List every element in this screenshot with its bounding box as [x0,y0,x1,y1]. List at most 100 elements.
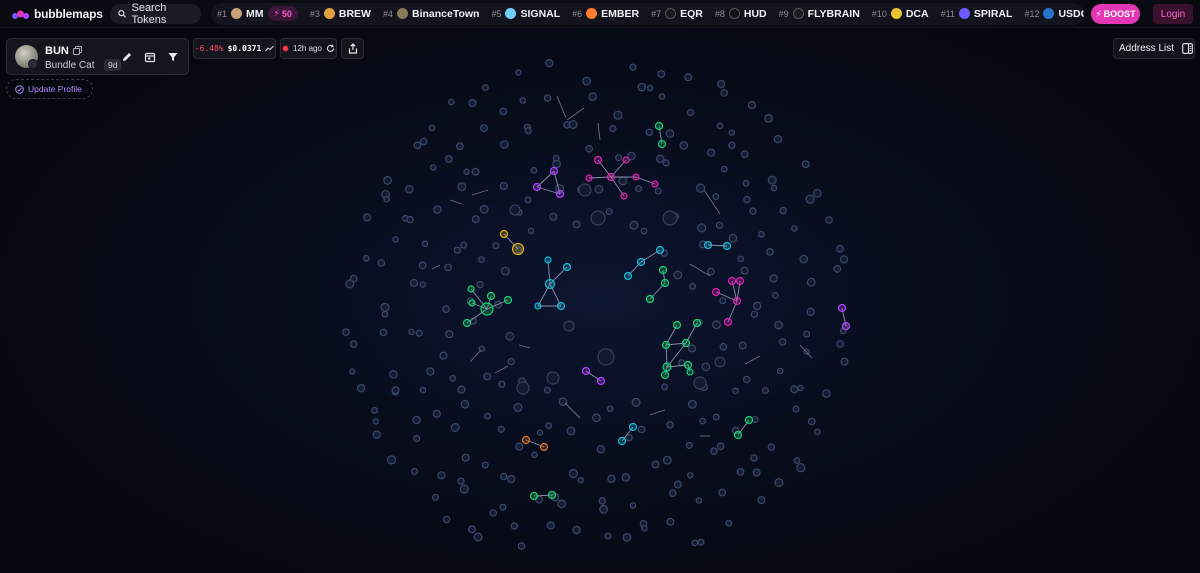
holder-bubble[interactable] [409,278,419,288]
holder-bubble[interactable] [557,499,567,509]
holder-bubble[interactable] [585,144,594,153]
holder-bubble[interactable] [637,82,647,92]
holder-bubble[interactable] [499,181,508,191]
holder-bubble[interactable] [605,208,613,216]
holder-bubble[interactable] [803,330,811,338]
holder-bubble[interactable] [543,94,552,102]
holder-bubble[interactable] [558,397,568,407]
holder-bubble[interactable] [716,122,724,130]
holder-bubble[interactable] [476,280,484,289]
holder-bubble[interactable] [433,205,442,214]
edit-icon[interactable] [121,51,133,63]
holder-bubble[interactable] [468,98,477,108]
ticker-item[interactable]: #3 BREW [310,8,371,20]
update-profile-button[interactable]: Update Profile [6,79,93,99]
cluster-bubble[interactable] [683,360,693,370]
holder-bubble[interactable] [801,160,810,169]
holder-bubble[interactable] [673,270,683,280]
holder-bubble[interactable] [483,372,492,381]
holder-bubble[interactable] [836,244,844,253]
holder-bubble[interactable] [736,468,745,476]
holder-bubble[interactable] [383,175,393,185]
holder-bubble[interactable] [767,175,777,185]
holder-bubble[interactable] [568,119,578,129]
holder-bubble[interactable] [499,503,507,511]
cluster-bubble[interactable] [521,435,531,445]
holder-bubble[interactable] [468,525,476,534]
holder-bubble[interactable] [460,241,468,249]
holder-bubble[interactable] [362,254,370,262]
holder-bubble[interactable] [588,92,598,102]
holder-bubble[interactable] [460,399,470,409]
cluster-bubble[interactable] [462,318,472,328]
holder-bubble[interactable] [697,538,705,546]
holder-bubble[interactable] [582,76,591,86]
holder-bubble[interactable] [501,266,510,276]
cluster-bubble[interactable] [841,321,851,331]
holder-bubble[interactable] [479,124,488,133]
holder-bubble[interactable] [546,371,560,385]
holder-bubble[interactable] [740,266,749,275]
cluster-bubble[interactable] [617,436,627,446]
holder-bubble[interactable] [386,455,397,465]
holder-bubble[interactable] [757,496,766,505]
holder-bubble[interactable] [774,320,783,330]
cluster-bubble[interactable] [606,172,616,182]
holder-bubble[interactable] [712,413,720,421]
holder-bubble[interactable] [778,338,787,346]
holder-bubble[interactable] [679,141,689,150]
holder-bubble[interactable] [822,389,831,398]
holder-bubble[interactable] [629,502,637,509]
ticker-item[interactable]: #8 HUD [715,8,767,20]
cluster-bubble[interactable] [468,299,476,307]
cluster-bubble[interactable] [655,245,665,255]
cluster-bubble[interactable] [503,295,513,305]
holder-bubble[interactable] [379,328,388,337]
holder-bubble[interactable] [707,267,715,276]
holder-bubble[interactable] [592,413,601,423]
holder-bubble[interactable] [687,344,696,353]
cluster-bubble[interactable] [645,294,655,304]
holder-bubble[interactable] [732,387,739,395]
holder-bubble[interactable] [743,195,751,204]
holder-bubble[interactable] [737,255,745,263]
holder-bubble[interactable] [481,461,489,469]
holder-bubble[interactable] [806,307,815,317]
holder-bubble[interactable] [695,183,706,193]
holder-bubble[interactable] [426,367,435,376]
holder-bubble[interactable] [604,532,612,540]
holder-bubble[interactable] [728,141,736,149]
holder-bubble[interactable] [432,409,441,418]
holder-bubble[interactable] [471,167,480,176]
holder-bubble[interactable] [577,477,585,484]
cluster-bubble[interactable] [596,376,606,386]
holder-bubble[interactable] [492,242,500,250]
holder-bubble[interactable] [774,478,784,488]
ticker-item[interactable]: #1 MM ⚡ 50 [217,6,298,21]
holder-bubble[interactable] [545,58,554,68]
cluster-bubble[interactable] [620,192,628,200]
ticker-item[interactable]: #11 SPIRAL [941,8,1013,20]
holder-bubble[interactable] [662,455,672,465]
holder-bubble[interactable] [445,155,453,163]
holder-bubble[interactable] [510,522,518,530]
holder-bubble[interactable] [779,206,787,215]
holder-bubble[interactable] [629,63,637,71]
holder-bubble[interactable] [413,434,421,443]
cluster-bubble[interactable] [660,370,670,380]
holder-bubble[interactable] [381,310,389,318]
holder-bubble[interactable] [469,317,477,325]
holder-bubble[interactable] [716,79,726,89]
holder-bubble[interactable] [413,141,422,150]
holder-bubble[interactable] [773,134,783,144]
holder-bubble[interactable] [442,305,450,314]
holder-bubble[interactable] [657,69,666,78]
search-tokens-button[interactable]: Search Tokens [110,2,201,26]
calendar-icon[interactable] [144,51,156,63]
holder-bubble[interactable] [566,426,576,436]
holder-bubble[interactable] [515,442,524,451]
holder-bubble[interactable] [513,402,523,412]
holder-bubble[interactable] [710,447,718,456]
holder-bubble[interactable] [590,210,606,226]
holder-bubble[interactable] [457,477,465,485]
